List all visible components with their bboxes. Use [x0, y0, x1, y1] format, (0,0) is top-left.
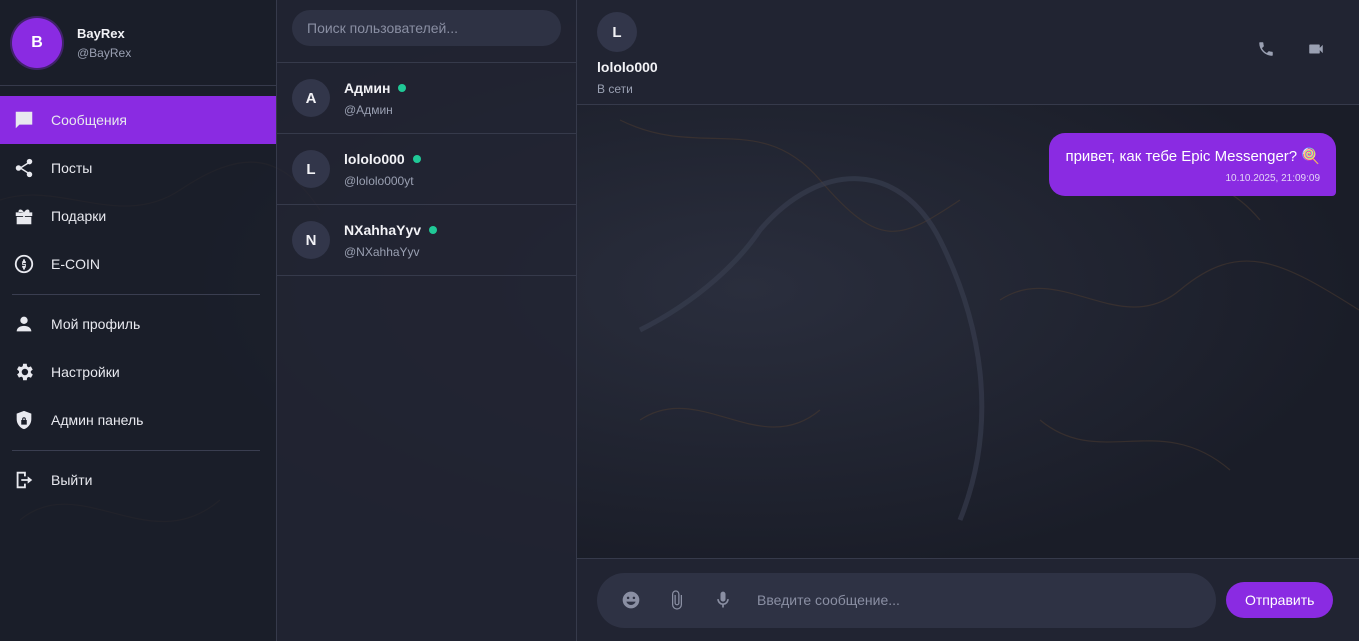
voice-button[interactable] [711, 588, 735, 612]
gift-icon [12, 204, 36, 228]
nav-item-label: Сообщения [51, 112, 127, 128]
contact-name-text: NXahhaYyv [344, 221, 422, 238]
nav-item-my-profile[interactable]: Мой профиль [0, 300, 276, 348]
nav-item-label: Выйти [51, 472, 93, 488]
avatar: B [12, 17, 62, 68]
contact-info: lololo000 @lololo000yt [344, 151, 421, 188]
message-list: привет, как тебе Epic Messenger? 🍭 10.10… [577, 105, 1359, 558]
emoji-button[interactable] [619, 588, 643, 612]
share-icon [12, 156, 36, 180]
contact-name: NXahhaYyv [344, 221, 438, 238]
nav-item-gifts[interactable]: Подарки [0, 192, 276, 240]
chat-icon [12, 108, 36, 132]
nav-item-ecoin[interactable]: E-COIN [0, 240, 276, 288]
avatar: L [292, 150, 330, 188]
search-input[interactable] [292, 10, 561, 46]
profile-handle: @BayRex [77, 45, 132, 60]
nav-item-label: Мой профиль [51, 316, 141, 332]
user-profile[interactable]: B BayRex @BayRex [0, 0, 276, 86]
avatar: N [292, 221, 330, 259]
header-actions [1253, 36, 1329, 62]
sidebar: B BayRex @BayRex Сообщения Посты Подарки… [0, 0, 277, 641]
chat-status: В сети [597, 82, 633, 96]
profile-name: BayRex [77, 25, 125, 41]
nav-item-label: Админ панель [51, 412, 144, 428]
composer-input-wrap [597, 572, 1216, 628]
online-indicator [398, 83, 407, 92]
coin-icon [12, 252, 36, 276]
contact-item[interactable]: L lololo000 @lololo000yt [277, 134, 576, 205]
chat-contact-name: lololo000 [597, 59, 658, 75]
profile-info: BayRex @BayRex [77, 26, 131, 60]
contact-item[interactable]: N NXahhaYyv @NXahhaYyv [277, 205, 576, 276]
contact-name: Админ [344, 79, 407, 96]
smiley-icon [622, 591, 640, 609]
contact-handle: @lololo000yt [344, 173, 414, 188]
chat-header: L lololo000 В сети [577, 0, 1359, 105]
contact-info: NXahhaYyv @NXahhaYyv [344, 221, 438, 259]
message-input[interactable] [757, 580, 1216, 620]
contact-info: Админ @Админ [344, 79, 407, 117]
user-icon [12, 312, 36, 336]
video-call-button[interactable] [1303, 36, 1329, 62]
nav-item-settings[interactable]: Настройки [0, 348, 276, 396]
contact-item[interactable]: A Админ @Админ [277, 63, 576, 134]
message-bubble-outgoing[interactable]: привет, как тебе Epic Messenger? 🍭 10.10… [1049, 133, 1336, 196]
nav-item-admin[interactable]: Админ панель [0, 396, 276, 444]
video-camera-icon [1309, 44, 1323, 54]
contact-name-text: Админ [344, 79, 391, 96]
logout-icon [12, 468, 36, 492]
gear-icon [12, 360, 36, 384]
microphone-icon [717, 591, 729, 608]
message-composer: Отправить [577, 558, 1359, 641]
send-button[interactable]: Отправить [1226, 582, 1334, 618]
nav-item-label: Посты [51, 160, 93, 176]
phone-icon [1259, 42, 1273, 56]
nav-divider [12, 294, 260, 295]
call-button[interactable] [1253, 36, 1279, 62]
nav-item-logout[interactable]: Выйти [0, 456, 276, 504]
nav-divider [12, 450, 260, 451]
search-bar [277, 0, 576, 63]
contact-handle: @NXahhaYyv [344, 244, 420, 259]
message-timestamp: 10.10.2025, 21:09:09 [1225, 173, 1320, 184]
message-text: привет, как тебе Epic Messenger? 🍭 [1065, 148, 1320, 165]
shield-icon [12, 408, 36, 432]
avatar[interactable]: L [597, 12, 637, 52]
avatar: A [292, 79, 330, 117]
contact-name-text: lololo000 [344, 150, 405, 167]
nav-item-label: Настройки [51, 364, 120, 380]
attach-button[interactable] [665, 588, 689, 612]
contact-handle: @Админ [344, 102, 393, 117]
nav-item-label: E-COIN [51, 256, 100, 272]
online-indicator [429, 225, 438, 234]
nav-item-posts[interactable]: Посты [0, 144, 276, 192]
chat-panel: L lololo000 В сети привет, как тебе Epic… [577, 0, 1359, 641]
nav-item-label: Подарки [51, 208, 107, 224]
online-indicator [412, 154, 421, 163]
nav-item-messages[interactable]: Сообщения [0, 96, 276, 144]
paperclip-icon [672, 590, 682, 610]
contacts-panel: A Админ @Админ L lololo000 @lololo000yt … [277, 0, 577, 641]
main-nav: Сообщения Посты Подарки E-COIN Мой профи… [0, 86, 276, 504]
contact-name: lololo000 [344, 151, 421, 167]
